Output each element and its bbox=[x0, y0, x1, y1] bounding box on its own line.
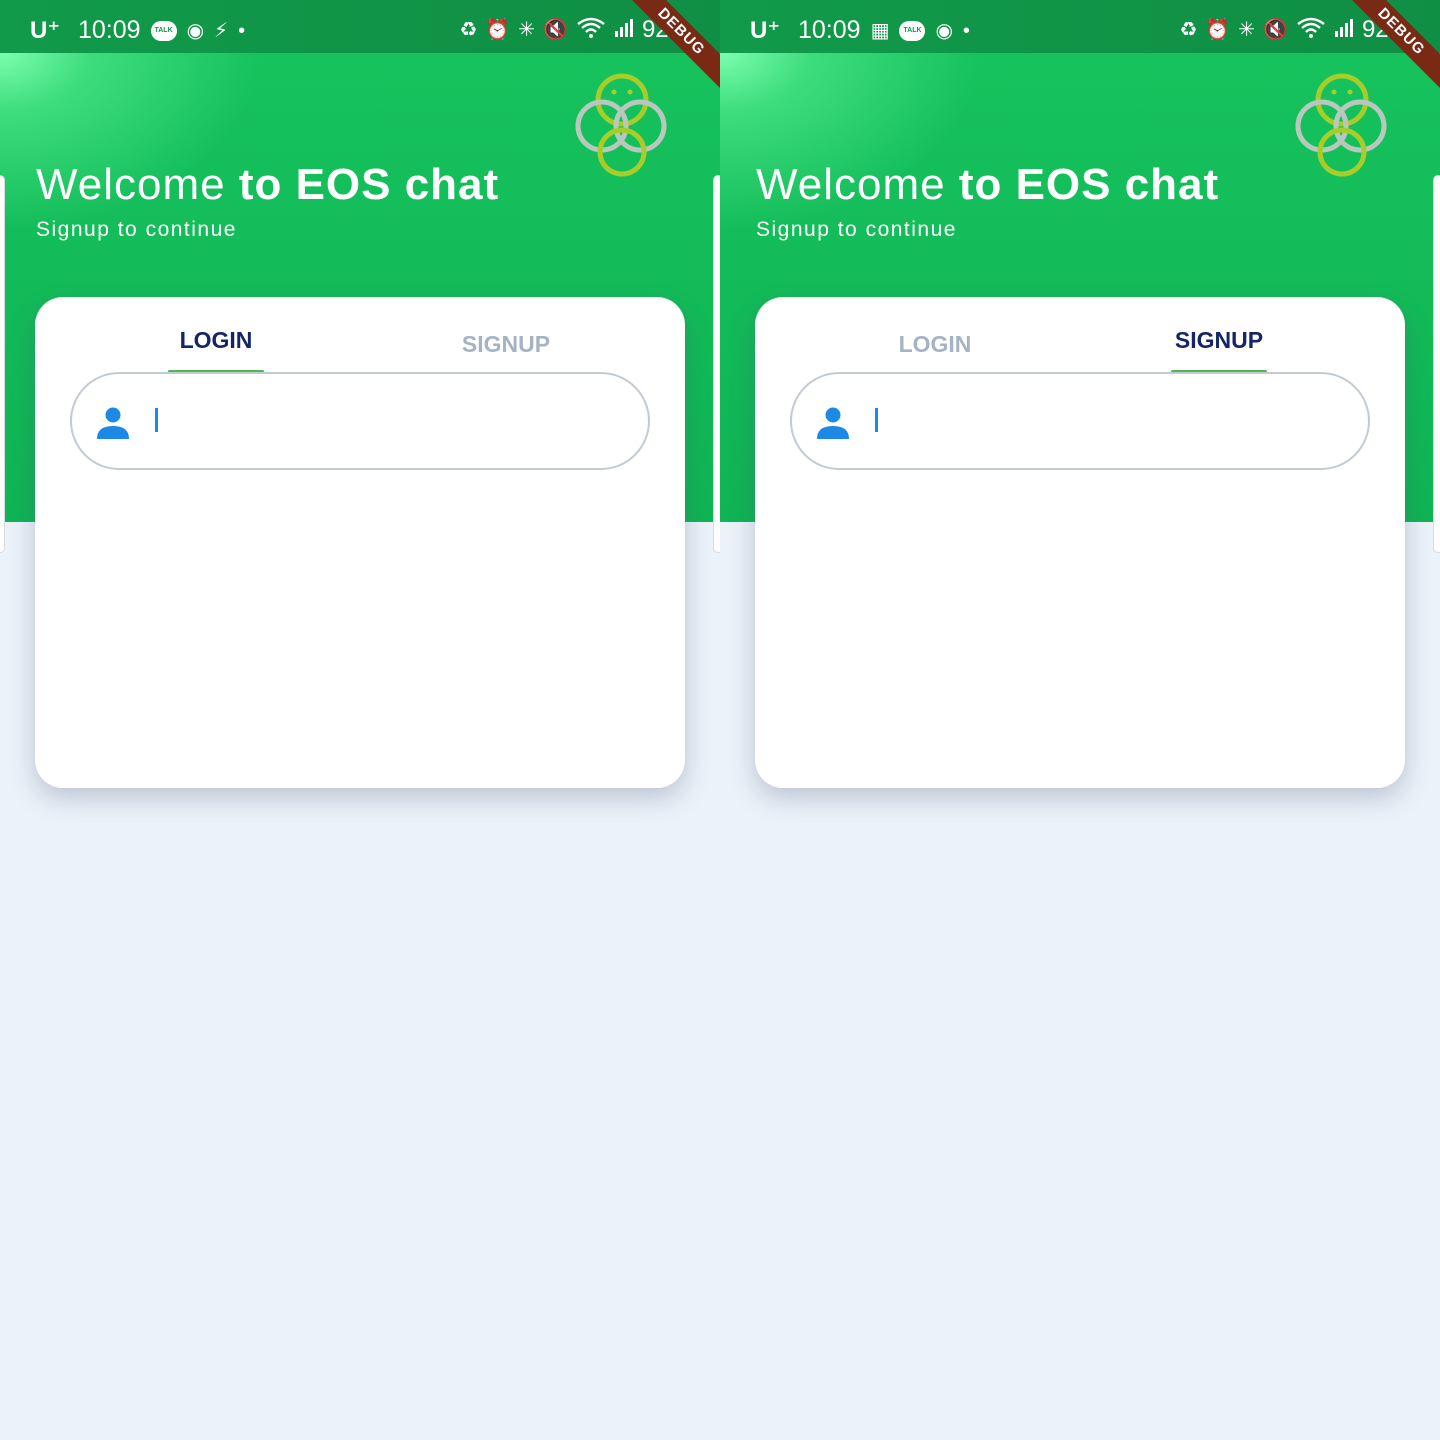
tab-label: SIGNUP bbox=[461, 331, 551, 357]
auth-card: LOGIN SIGNUP bbox=[35, 297, 685, 788]
person-icon bbox=[817, 407, 849, 439]
tab-signup[interactable]: SIGNUP bbox=[1171, 327, 1267, 373]
tab-login[interactable]: LOGIN bbox=[168, 327, 264, 373]
clock: 10:09 bbox=[798, 16, 861, 44]
username-input[interactable] bbox=[70, 372, 650, 470]
battery-saver-icon: ♻ bbox=[459, 19, 478, 41]
gallery-icon: ▦ bbox=[870, 19, 890, 42]
charging-icon: ⚡ bbox=[214, 19, 229, 42]
eos-chat-logo bbox=[1295, 73, 1387, 177]
welcome-title: Welcome to EOS chat bbox=[756, 160, 1220, 209]
text-cursor bbox=[155, 408, 158, 432]
mute-icon: 🔇 bbox=[1263, 19, 1288, 41]
auth-tabs: LOGIN SIGNUP bbox=[35, 327, 685, 373]
tab-login[interactable]: LOGIN bbox=[890, 331, 980, 377]
clock: 10:09 bbox=[78, 16, 141, 44]
screen-login: U⁺ 10:09 TALK ◉ ⚡ • ♻ ⏰ ✳ 🔇 92% DEBUG bbox=[0, 0, 720, 1440]
alarm-icon: ⏰ bbox=[485, 19, 511, 41]
dot-icon: • bbox=[238, 19, 246, 42]
signal-icon bbox=[614, 16, 634, 44]
auth-tabs: LOGIN SIGNUP bbox=[755, 327, 1405, 373]
location-icon: ◉ bbox=[935, 19, 953, 42]
tab-label: SIGNUP bbox=[1174, 327, 1264, 353]
welcome-subtitle: Signup to continue bbox=[756, 218, 957, 241]
location-icon: ◉ bbox=[186, 19, 205, 42]
wifi-icon bbox=[576, 16, 606, 44]
mute-icon: 🔇 bbox=[543, 19, 568, 41]
carrier-label: U⁺ bbox=[30, 17, 60, 44]
alarm-icon: ⏰ bbox=[1205, 19, 1231, 41]
dot-icon: • bbox=[962, 19, 970, 42]
status-bar: U⁺ 10:09 ▦ TALK ◉ • ♻ ⏰ ✳ 🔇 92% bbox=[720, 0, 1440, 53]
text-cursor bbox=[875, 408, 878, 432]
bluetooth-icon: ✳ bbox=[1238, 19, 1256, 41]
status-bar: U⁺ 10:09 TALK ◉ ⚡ • ♻ ⏰ ✳ 🔇 92% bbox=[0, 0, 720, 53]
tab-label: LOGIN bbox=[898, 331, 972, 357]
welcome-subtitle: Signup to continue bbox=[36, 218, 237, 241]
welcome-title: Welcome to EOS chat bbox=[36, 160, 500, 209]
kakaotalk-icon: TALK bbox=[899, 20, 926, 41]
kakaotalk-icon: TALK bbox=[150, 20, 177, 41]
signal-icon bbox=[1334, 16, 1354, 44]
battery-saver-icon: ♻ bbox=[1179, 19, 1198, 41]
edge-panel-handle[interactable] bbox=[713, 175, 720, 553]
username-input[interactable] bbox=[790, 372, 1370, 470]
tab-signup[interactable]: SIGNUP bbox=[455, 331, 557, 377]
carrier-label: U⁺ bbox=[750, 17, 780, 44]
tab-label: LOGIN bbox=[179, 327, 253, 353]
edge-panel-handle[interactable] bbox=[0, 175, 5, 553]
screen-signup: U⁺ 10:09 ▦ TALK ◉ • ♻ ⏰ ✳ 🔇 92% DEBUG bbox=[720, 0, 1440, 1440]
wifi-icon bbox=[1296, 16, 1326, 44]
bluetooth-icon: ✳ bbox=[518, 19, 536, 41]
person-icon bbox=[97, 407, 129, 439]
eos-chat-logo bbox=[575, 73, 667, 177]
auth-card: LOGIN SIGNUP bbox=[755, 297, 1405, 788]
edge-panel-handle[interactable] bbox=[1433, 175, 1440, 553]
